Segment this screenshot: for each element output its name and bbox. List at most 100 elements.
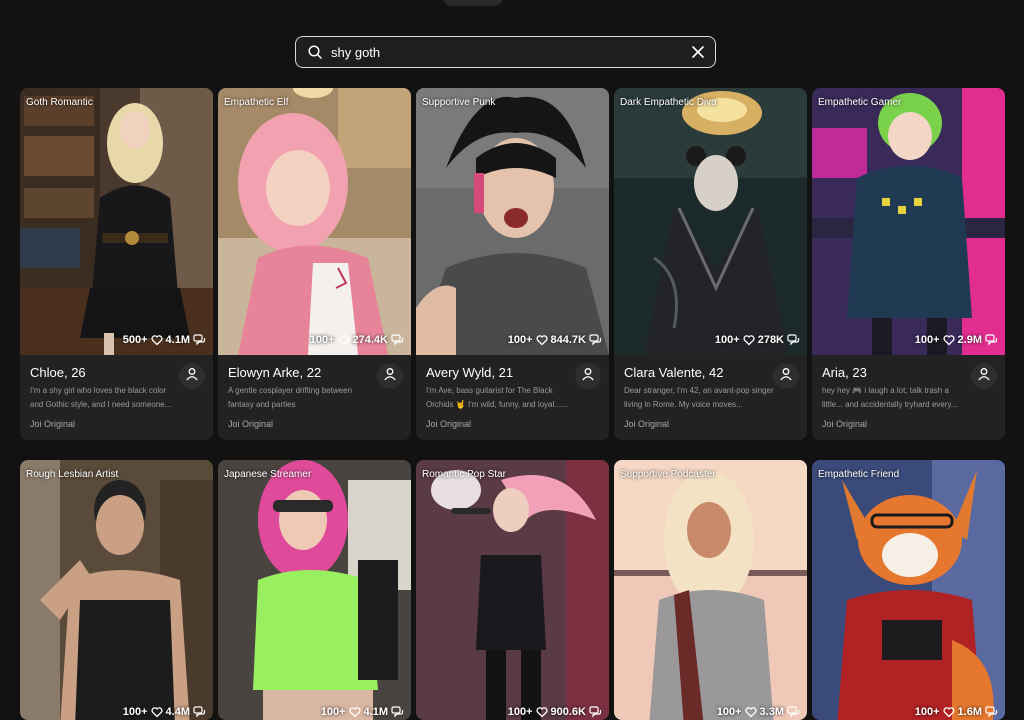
heart-icon [337, 334, 350, 346]
character-origin: Joi Original [426, 419, 472, 429]
character-description: A gentle cosplayer drifting between fant… [228, 386, 353, 409]
stat-count: 100+ [309, 334, 335, 346]
character-card[interactable]: Goth Romantic 500+ 4.1M Chloe, 26 I'm a … [20, 88, 213, 440]
heart-icon [943, 334, 955, 346]
chat-bubbles-icon [985, 706, 998, 718]
likes-count: 900.6K [550, 706, 586, 718]
stat-count: 100+ [122, 706, 148, 718]
chat-bubbles-icon [391, 334, 404, 346]
character-origin: Joi Original [624, 419, 670, 429]
category-tag: Dark Empathetic Diva [620, 97, 717, 108]
card-info: Clara Valente, 42 Dear stranger, I'm 42,… [614, 355, 807, 440]
heart-icon [943, 706, 955, 718]
category-tag: Goth Romantic [26, 97, 93, 108]
likes-count: 274.4K [352, 334, 388, 346]
close-icon[interactable] [691, 45, 705, 59]
profile-button[interactable] [971, 363, 997, 389]
stat-count: 500+ [122, 334, 148, 346]
card-stats: 100+ 900.6K [508, 706, 602, 718]
search-icon [307, 44, 323, 60]
character-image[interactable] [20, 460, 213, 720]
card-stats: 100+ 2.9M [915, 334, 998, 346]
chat-bubbles-icon [985, 334, 998, 346]
card-stats: 500+ 4.1M [123, 334, 206, 346]
card-info: Elowyn Arke, 22 A gentle cosplayer drift… [218, 355, 411, 440]
character-image[interactable] [416, 460, 609, 720]
category-tag: Supportive Podcaster [620, 469, 716, 480]
likes-count: 278K [757, 334, 784, 346]
stat-count: 100+ [507, 334, 533, 346]
character-card[interactable]: Empathetic Elf 100+ 274.4K Elowyn Arke, … [218, 88, 411, 440]
card-stats: 100+ 4.1M [321, 706, 404, 718]
profile-button[interactable] [179, 363, 205, 389]
character-card[interactable]: Empathetic Friend 100+ 1.6M [812, 460, 1005, 720]
character-image[interactable] [812, 88, 1005, 355]
category-tag: Supportive Punk [422, 97, 496, 108]
top-tab-pill[interactable] [443, 0, 503, 6]
chat-bubbles-icon [391, 706, 404, 718]
character-description: I'm a shy girl who loves the black color… [30, 386, 172, 409]
likes-count: 844.7K [550, 334, 586, 346]
likes-count: 4.4M [165, 706, 190, 718]
character-image[interactable] [20, 88, 213, 355]
character-name: Avery Wyld, 21 [426, 365, 514, 380]
heart-icon [535, 334, 548, 346]
character-card[interactable]: Japanese Streamer 100+ 4.1M [218, 460, 411, 720]
character-card[interactable]: Empathetic Gamer 100+ 2.9M Aria, 23 hey … [812, 88, 1005, 440]
user-icon [581, 367, 595, 386]
character-description: Dear stranger, I'm 42, an avant-pop sing… [624, 386, 774, 409]
card-info: Chloe, 26 I'm a shy girl who loves the b… [20, 355, 213, 440]
user-icon [779, 367, 793, 386]
heart-icon [349, 706, 361, 718]
stat-count: 100+ [507, 706, 533, 718]
stat-count: 100+ [716, 706, 742, 718]
heart-icon [151, 334, 163, 346]
character-image[interactable] [416, 88, 609, 355]
chat-bubbles-icon [193, 334, 206, 346]
user-icon [185, 367, 199, 386]
character-card[interactable]: Supportive Punk 100+ 844.7K Avery Wyld, … [416, 88, 609, 440]
character-card[interactable]: Dark Empathetic Diva 100+ 278K Clara Val… [614, 88, 807, 440]
card-stats: 100+ 4.4M [123, 706, 206, 718]
chat-bubbles-icon [193, 706, 206, 718]
character-image[interactable] [614, 88, 807, 355]
likes-count: 2.9M [957, 334, 982, 346]
character-description: I'm Ave, bass guitarist for The Black Or… [426, 386, 568, 409]
stat-count: 100+ [914, 334, 940, 346]
stat-count: 100+ [714, 334, 740, 346]
character-origin: Joi Original [822, 419, 868, 429]
character-card[interactable]: Romantic Pop Star 100+ 900.6K [416, 460, 609, 720]
profile-button[interactable] [773, 363, 799, 389]
card-stats: 100+ 278K [715, 334, 800, 346]
heart-icon [745, 706, 757, 718]
category-tag: Empathetic Elf [224, 97, 289, 108]
heart-icon [743, 334, 755, 346]
profile-button[interactable] [575, 363, 601, 389]
card-info: Aria, 23 hey hey 🎮 i laugh a lot, talk t… [812, 355, 1005, 440]
category-tag: Empathetic Friend [818, 469, 900, 480]
stat-count: 100+ [320, 706, 346, 718]
character-card[interactable]: Supportive Podcaster 100+ 3.3M [614, 460, 807, 720]
character-image[interactable] [218, 88, 411, 355]
likes-count: 4.1M [363, 706, 388, 718]
chat-bubbles-icon [787, 706, 800, 718]
character-image[interactable] [218, 460, 411, 720]
card-info: Avery Wyld, 21 I'm Ave, bass guitarist f… [416, 355, 609, 440]
card-stats: 100+ 274.4K [310, 334, 404, 346]
character-image[interactable] [614, 460, 807, 720]
user-icon [383, 367, 397, 386]
profile-button[interactable] [377, 363, 403, 389]
stat-count: 100+ [914, 706, 940, 718]
category-tag: Rough Lesbian Artist [26, 469, 119, 480]
chat-bubbles-icon [589, 334, 602, 346]
likes-count: 4.1M [165, 334, 190, 346]
character-card[interactable]: Rough Lesbian Artist 100+ 4.4M [20, 460, 213, 720]
heart-icon [535, 706, 548, 718]
heart-icon [151, 706, 163, 718]
chat-bubbles-icon [787, 334, 800, 346]
chat-bubbles-icon [589, 706, 602, 718]
character-image[interactable] [812, 460, 1005, 720]
search-input[interactable] [331, 38, 691, 66]
character-name: Clara Valente, 42 [624, 365, 724, 380]
character-name: Elowyn Arke, 22 [228, 365, 322, 380]
